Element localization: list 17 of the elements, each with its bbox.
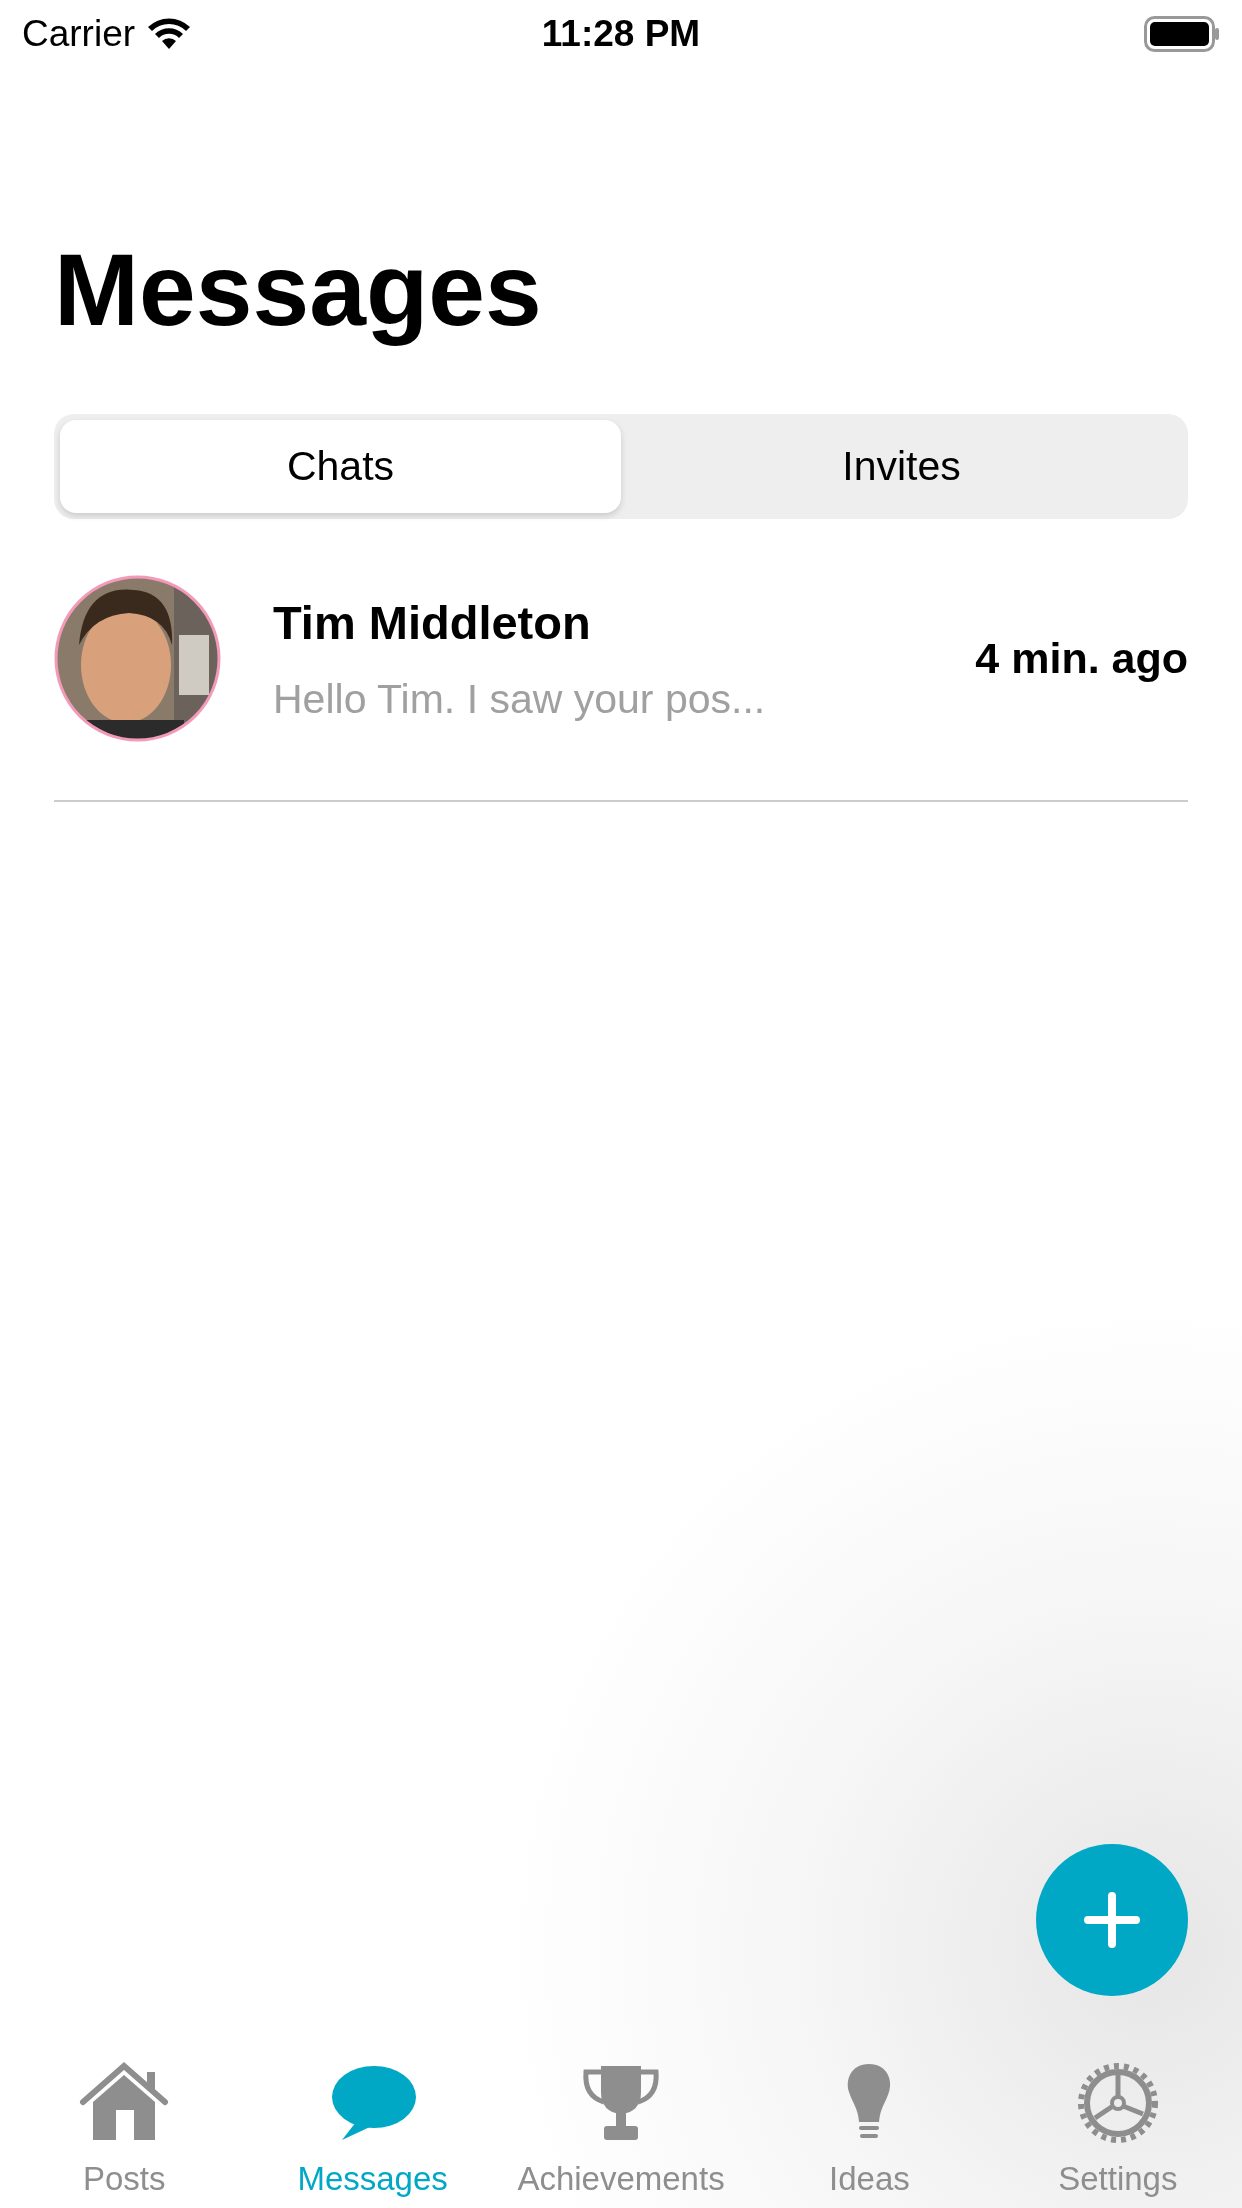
tab-bar-item[interactable]: Settings (993, 2062, 1242, 2198)
segment-tab[interactable]: Invites (621, 420, 1182, 513)
battery-icon (1144, 16, 1220, 52)
wifi-icon (147, 18, 192, 50)
clock-time: 11:28 PM (541, 13, 701, 55)
message-preview: Hello Tim. I saw your pos... (273, 675, 766, 723)
plus-icon (1084, 1892, 1140, 1948)
message-time: 4 min. ago (975, 634, 1188, 683)
tab-bar-item[interactable]: Messages (248, 2062, 497, 2198)
chat-row[interactable]: Tim Middleton Hello Tim. I saw your pos... 4 min. ago (54, 569, 1188, 802)
tab-bar-item[interactable]: Achievements (496, 2062, 746, 2198)
tab-bar-item[interactable]: Posts (0, 2062, 249, 2198)
page-title: Messages (54, 232, 542, 349)
carrier-label: Carrier (22, 13, 136, 55)
tab-bar-item[interactable]: Ideas (745, 2062, 994, 2198)
contact-name: Tim Middleton (273, 594, 591, 650)
segment-tab[interactable]: Chats (60, 420, 621, 513)
